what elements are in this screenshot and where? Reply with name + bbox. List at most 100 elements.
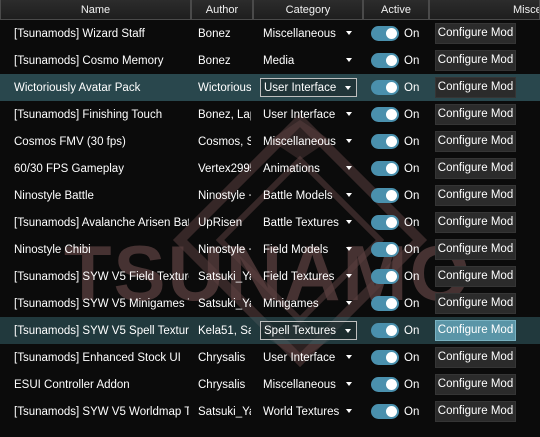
mod-author: UpRisen — [198, 216, 243, 229]
active-toggle[interactable] — [371, 269, 399, 284]
category-value: User Interface — [263, 351, 336, 364]
configure-mod-button[interactable]: Configure Mod — [435, 293, 516, 314]
category-dropdown[interactable]: User Interface — [260, 78, 357, 97]
category-dropdown[interactable]: Battle Textures — [260, 213, 357, 232]
mod-row[interactable]: 60/30 FPS Gameplay Vertex2995 Animations… — [0, 155, 540, 182]
toggle-knob — [386, 406, 397, 417]
dropdown-arrow-icon — [346, 409, 352, 413]
mod-row[interactable]: Ninostyle Chibi Ninostyle + Field Models… — [0, 236, 540, 263]
mod-row[interactable]: [Tsunamods] Enhanced Stock UI Chrysalis … — [0, 344, 540, 371]
configure-mod-button[interactable]: Configure Mod — [435, 158, 516, 179]
dropdown-arrow-icon — [346, 220, 352, 224]
category-dropdown[interactable]: Miscellaneous — [260, 375, 357, 394]
configure-mod-button[interactable]: Configure Mod — [435, 374, 516, 395]
configure-mod-button[interactable]: Configure Mod — [435, 185, 516, 206]
mod-row[interactable]: [Tsunamods] Avalanche Arisen Bat UpRisen… — [0, 209, 540, 236]
mod-row[interactable]: [Tsunamods] Cosmo Memory Bonez Media On … — [0, 47, 540, 74]
category-value: Miscellaneous — [263, 378, 336, 391]
mod-row-selected[interactable]: Wictoriously Avatar Pack Wictorious User… — [0, 74, 540, 101]
category-dropdown[interactable]: Spell Textures — [260, 321, 357, 340]
mod-author: Bonez — [198, 54, 231, 67]
mod-author: Ninostyle + — [198, 243, 251, 256]
category-value: Field Models — [263, 243, 329, 256]
toggle-knob — [386, 82, 397, 93]
active-toggle[interactable] — [371, 134, 399, 149]
mod-name: [Tsunamods] Wizard Staff — [14, 27, 145, 40]
category-dropdown[interactable]: Miscellaneous — [260, 24, 357, 43]
mod-row[interactable]: [Tsunamods] SYW V5 Worldmap T Satsuki_Ya… — [0, 398, 540, 425]
active-toggle[interactable] — [371, 80, 399, 95]
mod-author: Chrysalis — [198, 351, 246, 364]
configure-mod-button[interactable]: Configure Mod — [435, 239, 516, 260]
active-toggle[interactable] — [371, 296, 399, 311]
category-dropdown[interactable]: User Interface — [260, 348, 357, 367]
configure-mod-button[interactable]: Configure Mod — [435, 23, 516, 44]
category-dropdown[interactable]: Battle Models — [260, 186, 357, 205]
mod-row[interactable]: [Tsunamods] SYW V5 Field Texture Satsuki… — [0, 263, 540, 290]
active-label: On — [404, 216, 420, 229]
active-toggle[interactable] — [371, 350, 399, 365]
active-label: On — [404, 108, 420, 121]
mod-name: [Tsunamods] SYW V5 Field Texture — [14, 270, 189, 283]
configure-mod-button[interactable]: Configure Mod — [435, 50, 516, 71]
column-header-category[interactable]: Category — [253, 0, 363, 20]
mod-name: [Tsunamods] SYW V5 Minigames T — [14, 297, 189, 310]
category-dropdown[interactable]: Minigames — [260, 294, 357, 313]
category-value: Field Textures — [263, 270, 335, 283]
active-toggle[interactable] — [371, 161, 399, 176]
configure-mod-button[interactable]: Configure Mod — [435, 131, 516, 152]
active-toggle[interactable] — [371, 53, 399, 68]
mod-author: Wictorious — [198, 81, 251, 94]
category-dropdown[interactable]: Miscellaneous — [260, 132, 357, 151]
configure-mod-button[interactable]: Configure Mod — [435, 320, 516, 341]
active-toggle[interactable] — [371, 26, 399, 41]
dropdown-arrow-icon — [346, 382, 352, 386]
mod-row[interactable]: ESUI Controller Addon Chrysalis Miscella… — [0, 371, 540, 398]
configure-mod-button[interactable]: Configure Mod — [435, 347, 516, 368]
configure-mod-button[interactable]: Configure Mod — [435, 212, 516, 233]
toggle-knob — [386, 190, 397, 201]
dropdown-arrow-icon — [345, 329, 351, 333]
configure-mod-button[interactable]: Configure Mod — [435, 77, 516, 98]
mod-name: Ninostyle Chibi — [14, 243, 91, 256]
column-header-active[interactable]: Active — [363, 0, 429, 20]
active-label: On — [404, 405, 420, 418]
configure-mod-button[interactable]: Configure Mod — [435, 104, 516, 125]
mod-row-hovered[interactable]: [Tsunamods] SYW V5 Spell Textur Kela51, … — [0, 317, 540, 344]
mod-row[interactable]: [Tsunamods] Wizard Staff Bonez Miscellan… — [0, 20, 540, 47]
category-dropdown[interactable]: Field Models — [260, 240, 357, 259]
configure-mod-button[interactable]: Configure Mod — [435, 266, 516, 287]
mod-row[interactable]: Ninostyle Battle Ninostyle + Battle Mode… — [0, 182, 540, 209]
active-toggle[interactable] — [371, 404, 399, 419]
column-header-author[interactable]: Author — [191, 0, 253, 20]
mod-name: Wictoriously Avatar Pack — [14, 81, 141, 94]
mod-name: [Tsunamods] Avalanche Arisen Bat — [14, 216, 189, 229]
active-label: On — [404, 27, 420, 40]
dropdown-arrow-icon — [346, 193, 352, 197]
active-label: On — [404, 135, 420, 148]
category-dropdown[interactable]: User Interface — [260, 105, 357, 124]
active-toggle[interactable] — [371, 242, 399, 257]
mod-row[interactable]: [Tsunamods] SYW V5 Minigames T Satsuki_Y… — [0, 290, 540, 317]
configure-mod-button[interactable]: Configure Mod — [435, 401, 516, 422]
dropdown-arrow-icon — [346, 139, 352, 143]
category-dropdown[interactable]: Media — [260, 51, 357, 70]
toggle-knob — [386, 379, 397, 390]
category-dropdown[interactable]: World Textures — [260, 402, 357, 421]
active-toggle[interactable] — [371, 107, 399, 122]
active-toggle[interactable] — [371, 323, 399, 338]
column-header-misc[interactable]: Misce — [429, 0, 540, 20]
toggle-knob — [386, 244, 397, 255]
column-header-row: Name Author Category Active Misce — [0, 0, 540, 20]
category-dropdown[interactable]: Animations — [260, 159, 357, 178]
category-dropdown[interactable]: Field Textures — [260, 267, 357, 286]
mod-author: Satsuki_Ya — [198, 270, 251, 283]
active-toggle[interactable] — [371, 377, 399, 392]
active-toggle[interactable] — [371, 188, 399, 203]
mod-row[interactable]: [Tsunamods] Finishing Touch Bonez, Lap U… — [0, 101, 540, 128]
mod-row[interactable]: Cosmos FMV (30 fps) Cosmos, S Miscellane… — [0, 128, 540, 155]
active-label: On — [404, 324, 420, 337]
active-toggle[interactable] — [371, 215, 399, 230]
mod-name: Cosmos FMV (30 fps) — [14, 135, 126, 148]
column-header-name[interactable]: Name — [0, 0, 191, 20]
